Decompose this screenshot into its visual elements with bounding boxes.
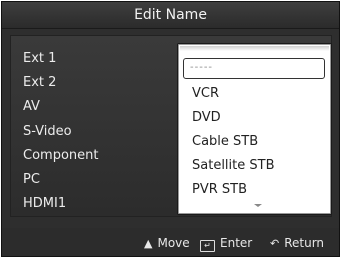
return-icon: ↶ — [270, 237, 280, 250]
source-item-ext1[interactable]: Ext 1 — [23, 50, 56, 68]
return-hint: ↶ Return — [270, 235, 324, 251]
move-label: Move — [157, 236, 190, 250]
enter-icon: ↵ — [200, 240, 215, 252]
dropdown-option-satellite-stb[interactable]: Satellite STB — [192, 157, 275, 175]
source-item-svideo[interactable]: S-Video — [23, 123, 72, 141]
name-dropdown-list[interactable]: ----- VCR DVD Cable STB Satellite STB PV… — [177, 43, 332, 215]
dropdown-option-dvd[interactable]: DVD — [192, 109, 221, 127]
dropdown-option-pvr-stb[interactable]: PVR STB — [192, 181, 247, 199]
enter-hint: ↵ Enter — [200, 235, 253, 252]
source-item-av[interactable]: AV — [23, 98, 40, 116]
move-hint: ▲︎ Move — [144, 235, 190, 251]
source-item-ext2[interactable]: Ext 2 — [23, 74, 56, 92]
return-label: Return — [284, 236, 325, 250]
source-item-hdmi1[interactable]: HDMI1 — [23, 195, 66, 213]
scroll-down-arrow-icon[interactable] — [254, 204, 262, 207]
dropdown-selected-value[interactable]: ----- — [183, 58, 325, 79]
source-item-component[interactable]: Component — [23, 147, 98, 165]
dropdown-shade — [180, 46, 329, 51]
source-item-pc[interactable]: PC — [23, 171, 40, 189]
enter-label: Enter — [220, 236, 253, 250]
dropdown-option-vcr[interactable]: VCR — [192, 85, 219, 103]
footer-bar: ▲︎ Move ↵ Enter ↶ Return — [2, 228, 339, 256]
dropdown-option-cable-stb[interactable]: Cable STB — [192, 133, 258, 151]
window-title: Edit Name — [2, 2, 339, 29]
updown-arrow-icon: ▲︎ — [144, 237, 153, 250]
edit-name-screen: Edit Name Ext 1 : Ext 2 : AV : S-Video :… — [1, 1, 340, 257]
